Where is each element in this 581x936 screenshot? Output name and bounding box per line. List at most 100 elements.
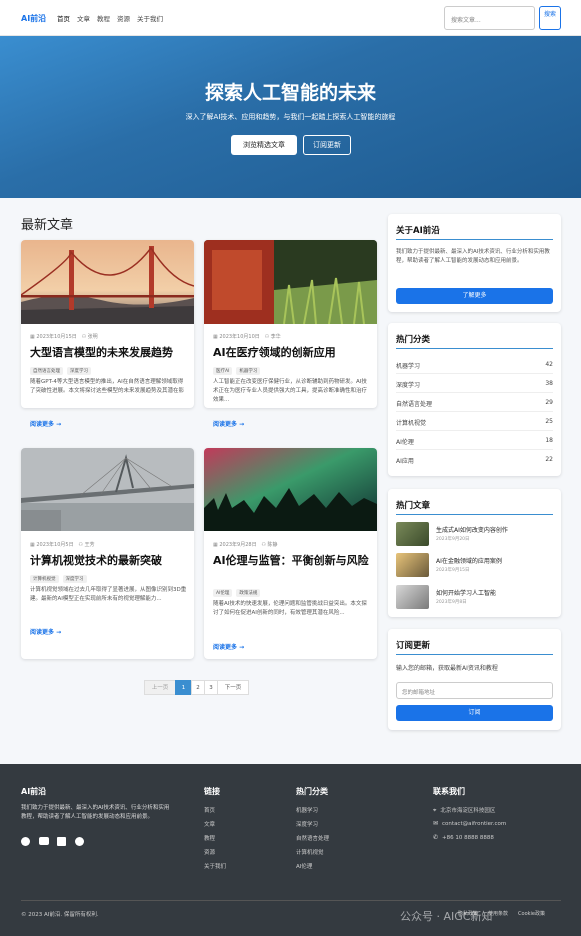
category-count: 18 <box>545 437 553 444</box>
category-item[interactable]: 机器学习 42 <box>396 361 553 370</box>
page-2-button[interactable]: 2 <box>191 680 205 695</box>
nav-link-about[interactable]: 关于我们 <box>137 13 163 23</box>
article-title[interactable]: 大型语言模型的未来发展趋势 <box>30 346 190 360</box>
github-icon[interactable] <box>75 837 84 846</box>
article-title[interactable]: AI伦理与监管：平衡创新与风险 <box>213 554 373 568</box>
article-author: 张明 <box>87 334 98 340</box>
tag[interactable]: 政策法规 <box>236 589 261 597</box>
hot-article-item[interactable]: AI在金融领域的应用案例 2023年9月15日 <box>396 553 553 577</box>
article-card[interactable]: ▦ 2023年9月28日 ⚇ 陈静 AI伦理与监管：平衡创新与风险 AI伦理 政… <box>204 448 377 659</box>
tag[interactable]: 计算机视觉 <box>30 575 59 583</box>
article-image[interactable] <box>21 448 194 531</box>
hot-article-title[interactable]: 如何开始学习人工智能 <box>436 588 496 597</box>
footer-link[interactable]: 资源 <box>204 848 215 856</box>
article-excerpt: 随着AI技术的快速发展，伦理问题和监管挑战日益突出。本文探讨了如何在促进AI创新… <box>213 601 367 616</box>
subscribe-hero-button[interactable]: 订阅更新 <box>303 135 351 155</box>
footer-link[interactable]: 教程 <box>204 834 215 842</box>
article-card[interactable]: ▦ 2023年10月15日 ⚇ 张明 大型语言模型的未来发展趋势 自然语言处理 … <box>21 240 194 408</box>
category-item[interactable]: 深度学习 38 <box>396 380 553 389</box>
footer-cat-link[interactable]: 自然语言处理 <box>296 834 329 842</box>
category-count: 29 <box>545 399 553 406</box>
hot-article-date: 2023年9月8日 <box>436 600 467 605</box>
about-text: 我们致力于提供最新、最深入的AI技术资讯、行业分析和实用教程，帮助读者了解人工智… <box>396 249 550 264</box>
article-title[interactable]: AI在医疗领域的创新应用 <box>213 346 373 360</box>
tag[interactable]: AI伦理 <box>213 589 233 597</box>
divider <box>396 239 553 240</box>
read-more-link[interactable]: 阅读更多 → <box>213 419 244 428</box>
learn-more-button[interactable]: 了解更多 <box>396 288 553 304</box>
divider <box>396 348 553 349</box>
next-page-button[interactable]: 下一页 <box>217 680 249 695</box>
page-1-button[interactable]: 1 <box>175 680 192 695</box>
browse-articles-button[interactable]: 浏览精选文章 <box>231 135 297 155</box>
article-title[interactable]: 计算机视觉技术的最新突破 <box>30 554 190 568</box>
category-item[interactable]: 自然语言处理 29 <box>396 399 553 408</box>
search-input[interactable]: 搜索文章... <box>444 6 535 30</box>
calendar-icon: ▦ <box>213 542 218 548</box>
article-date: 2023年10月5日 <box>36 542 74 548</box>
hot-article-item[interactable]: 生成式AI如何改变内容创作 2023年9月20日 <box>396 522 553 546</box>
subscribe-button[interactable]: 订阅 <box>396 705 553 721</box>
tag[interactable]: 自然语言处理 <box>30 367 63 375</box>
article-author: 李华 <box>270 334 281 340</box>
article-excerpt: 人工智能正在改变医疗保健行业，从诊断辅助到药物研发。AI技术正在为医疗专业人员提… <box>213 379 368 403</box>
article-card[interactable]: ▦ 2023年10月10日 ⚇ 李华 AI在医疗领域的创新应用 医疗AI 机器学… <box>204 240 377 408</box>
nav-link-articles[interactable]: 文章 <box>77 13 90 23</box>
category-item[interactable]: AI应用 22 <box>396 456 553 465</box>
linkedin-icon[interactable] <box>57 837 66 846</box>
hot-article-title[interactable]: 生成式AI如何改变内容创作 <box>436 525 508 534</box>
nav-link-tutorials[interactable]: 教程 <box>97 13 110 23</box>
watermark: 公众号 · AIGC新知 <box>400 910 493 923</box>
hot-article-item[interactable]: 如何开始学习人工智能 2023年9月8日 <box>396 585 553 609</box>
twitter-icon[interactable] <box>39 837 49 845</box>
category-item[interactable]: 计算机视觉 25 <box>396 418 553 427</box>
tag[interactable]: 深度学习 <box>67 367 91 375</box>
brand-logo[interactable]: AI前沿 <box>21 13 46 24</box>
user-icon: ⚇ <box>78 542 83 548</box>
nav-link-resources[interactable]: 资源 <box>117 13 130 23</box>
about-title: 关于AI前沿 <box>396 226 440 236</box>
search-button[interactable]: 搜索 <box>539 6 561 30</box>
pagination: 上一页 1 2 3 下一页 <box>144 680 249 695</box>
page-3-button[interactable]: 3 <box>204 680 218 695</box>
tag[interactable]: 深度学习 <box>62 575 87 583</box>
tag[interactable]: 机器学习 <box>236 367 261 375</box>
user-icon: ⚇ <box>81 334 87 340</box>
phone-icon: ✆ <box>433 834 439 841</box>
email-field[interactable]: 您的邮箱地址 <box>396 682 553 699</box>
category-item[interactable]: AI伦理 18 <box>396 437 553 446</box>
hero-banner: 探索人工智能的未来 深入了解AI技术、应用和趋势，与我们一起踏上探索人工智能的旅… <box>0 36 581 198</box>
footer-link[interactable]: 关于我们 <box>204 862 226 870</box>
article-author: 陈静 <box>267 542 278 548</box>
read-more-link[interactable]: 阅读更多 → <box>30 627 61 636</box>
cookie-link[interactable]: Cookie政策 <box>518 910 545 917</box>
article-date: 2023年9月28日 <box>219 542 257 548</box>
read-more-link[interactable]: 阅读更多 → <box>213 642 244 651</box>
article-image[interactable] <box>204 448 377 531</box>
footer-cat-link[interactable]: 深度学习 <box>296 820 318 828</box>
contact-email[interactable]: contact@aifrontier.com <box>442 821 506 827</box>
about-widget: 关于AI前沿 我们致力于提供最新、最深入的AI技术资讯、行业分析和实用教程，帮助… <box>388 214 561 312</box>
read-more-link[interactable]: 阅读更多 → <box>30 419 61 428</box>
nav-link-home[interactable]: 首页 <box>57 13 70 23</box>
footer-cat-link[interactable]: AI伦理 <box>296 862 312 870</box>
footer-cat-link[interactable]: 计算机视觉 <box>296 848 324 856</box>
hot-article-title[interactable]: AI在金融领域的应用案例 <box>436 556 502 565</box>
footer-links-title: 链接 <box>204 787 220 796</box>
tag[interactable]: 医疗AI <box>213 367 233 375</box>
footer-cat-link[interactable]: 机器学习 <box>296 806 318 814</box>
category-count: 25 <box>545 418 553 425</box>
envelope-icon: ✉ <box>433 820 439 827</box>
article-image[interactable] <box>21 240 194 324</box>
article-tags: 计算机视觉 深度学习 <box>30 575 87 583</box>
footer-link[interactable]: 文章 <box>204 820 215 828</box>
footer-brand: AI前沿 <box>21 787 47 796</box>
article-card[interactable]: ▦ 2023年10月5日 ⚇ 王芳 计算机视觉技术的最新突破 计算机视觉 深度学… <box>21 448 194 659</box>
hot-title: 热门文章 <box>396 501 431 511</box>
footer-link[interactable]: 首页 <box>204 806 215 814</box>
facebook-icon[interactable] <box>21 837 30 846</box>
prev-page-button[interactable]: 上一页 <box>144 680 176 695</box>
article-image[interactable] <box>204 240 377 324</box>
divider <box>396 654 553 655</box>
hero-title: 探索人工智能的未来 <box>204 82 376 104</box>
